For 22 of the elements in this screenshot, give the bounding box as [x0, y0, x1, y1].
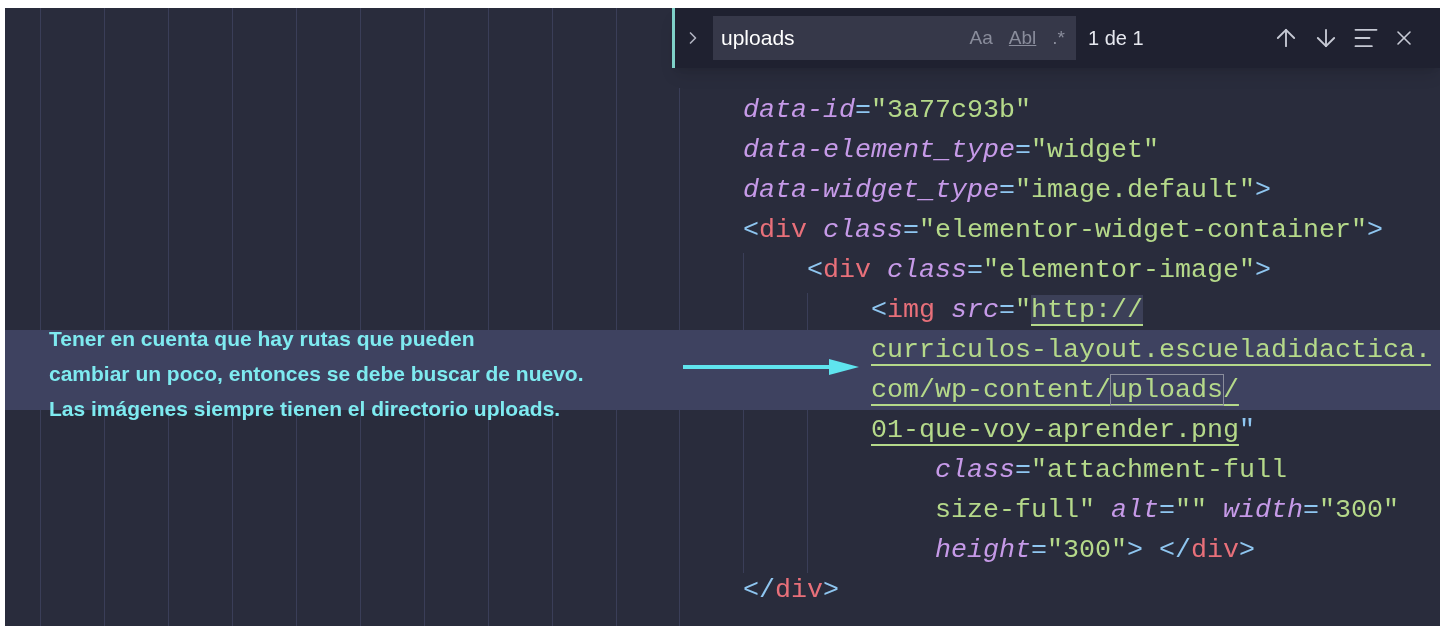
code-line: <div class="elementor-image"> [807, 254, 1271, 287]
code-line: data-widget_type="image.default"> [743, 174, 1271, 207]
code-line: class="attachment-full [935, 454, 1287, 487]
search-option-toggle[interactable]: Aa [966, 23, 996, 53]
code-line: size-full" alt="" width="300" [935, 494, 1399, 527]
code-line: data-element_type="widget" [743, 134, 1159, 167]
match-count: 1 de 1 [1088, 26, 1144, 51]
search-field[interactable]: uploads Aa Abl .* [713, 16, 1076, 60]
code-line: </div> [743, 574, 839, 607]
annotation-text: cambiar un poco, entonces se debe buscar de nuevo. [49, 361, 584, 387]
code-line: curriculos-layout.escueladidactica. [871, 334, 1431, 367]
annotation-text: Las imágenes siempre tienen el directorio uploads. [49, 396, 562, 422]
search-option-toggle[interactable]: .* [1049, 23, 1068, 53]
code-line: com/wp-content/uploads/ [871, 374, 1239, 407]
code-line: height="300"> </div> [935, 534, 1255, 567]
code-line: <img src="http:// [871, 294, 1143, 327]
search-option-toggle[interactable]: Abl [1005, 23, 1040, 53]
code-line: <div class="elementor-widget-container"> [743, 214, 1383, 247]
code-line: 01-que-voy-aprender.png" [871, 414, 1255, 447]
code-line: data-id="3a77c93b" [743, 94, 1031, 127]
annotation-text: Tener en cuenta que hay rutas que pueden [49, 326, 476, 352]
arrow-icon [683, 358, 859, 376]
